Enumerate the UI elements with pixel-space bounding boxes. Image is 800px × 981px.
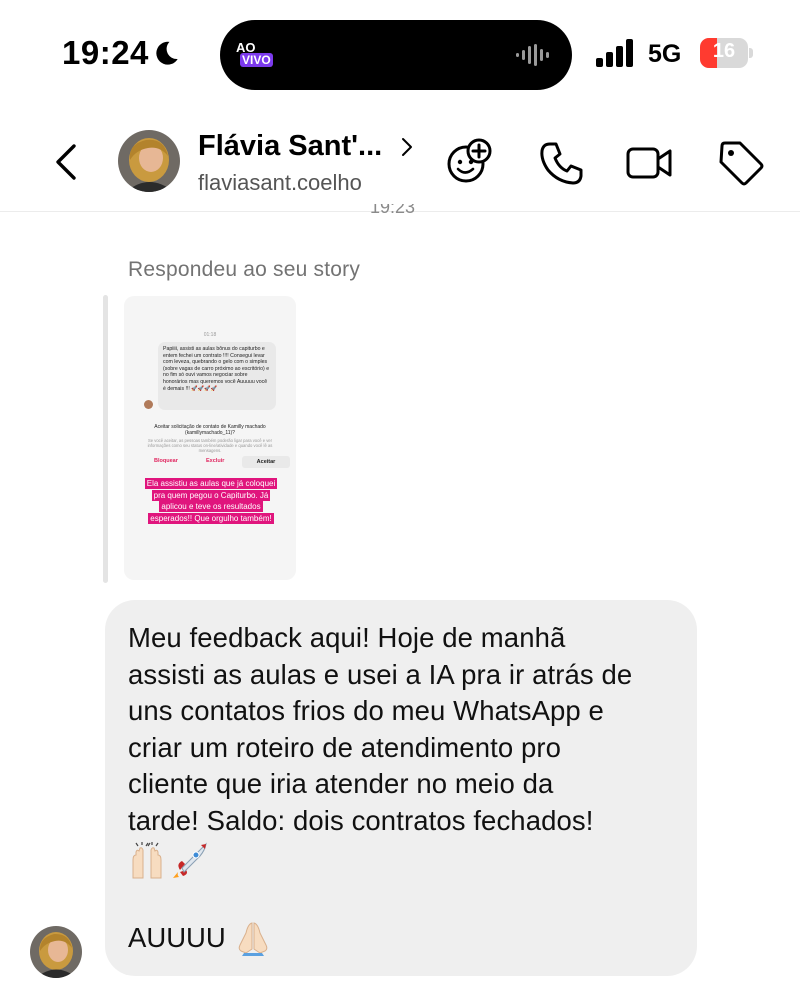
- tag-icon[interactable]: [716, 138, 766, 188]
- battery-icon: 16: [700, 38, 753, 68]
- thumb-request-note: Se você aceitar, as pessoas também poder…: [147, 438, 273, 453]
- live-badge-bottom: VIVO: [240, 53, 273, 67]
- message-closing: AUUUU: [128, 919, 675, 957]
- contact-avatar[interactable]: [118, 130, 180, 192]
- raising-hands-emoji: [132, 841, 162, 879]
- phone-icon[interactable]: [536, 138, 586, 188]
- story-thumbnail[interactable]: 01:18 Papiiii, assisti as aulas bônus do…: [124, 296, 296, 580]
- thumb-avatar: [144, 400, 153, 409]
- cellular-signal-icon: [596, 39, 633, 67]
- thumb-caption: Ela assistiu as aulas que já coloquei pr…: [140, 478, 282, 524]
- story-reply-label: Respondeu ao seu story: [128, 258, 361, 281]
- audio-wave-icon: [516, 44, 549, 66]
- battery-level: 16: [712, 40, 736, 62]
- message-emoji-row: [128, 841, 675, 882]
- thumb-request-title: Aceitar solicitação de contato de Kamill…: [154, 424, 266, 436]
- back-icon[interactable]: [48, 140, 84, 184]
- message-timestamp: 19:23: [370, 204, 416, 217]
- chevron-right-icon[interactable]: [398, 136, 416, 158]
- message-text: Meu feedback aqui! Hoje de manhã assisti…: [128, 622, 633, 836]
- live-badge: AO VIVO: [236, 40, 280, 70]
- thumb-accept-button: Aceitar: [242, 456, 290, 468]
- sender-avatar[interactable]: [30, 926, 82, 978]
- video-icon[interactable]: [624, 138, 674, 188]
- contact-name[interactable]: Flávia Sant'...: [198, 130, 382, 163]
- contact-handle[interactable]: flaviasant.coelho: [198, 170, 362, 196]
- thumb-block-button: Bloquear: [154, 458, 178, 464]
- chat-header: Flávia Sant'... flaviasant.coelho: [0, 100, 800, 212]
- moon-icon: [156, 41, 178, 65]
- status-bar: 19:24 AO VIVO 5G 16: [0, 0, 800, 100]
- quote-bar: [103, 295, 108, 583]
- clock: 19:24: [62, 34, 149, 71]
- message-bubble[interactable]: Meu feedback aqui! Hoje de manhã assisti…: [105, 600, 697, 976]
- add-effect-icon[interactable]: [444, 136, 494, 186]
- rocket-emoji: [173, 842, 207, 878]
- network-type: 5G: [648, 40, 682, 68]
- folded-hands-emoji: [238, 921, 268, 956]
- dynamic-island[interactable]: AO VIVO: [220, 20, 572, 90]
- thumb-caption-text: Ela assistiu as aulas que já coloquei pr…: [144, 478, 278, 524]
- thumb-delete-button: Excluir: [206, 458, 225, 464]
- thumb-message: Papiiii, assisti as aulas bônus do capit…: [158, 342, 276, 410]
- thumb-time: 01:18: [203, 332, 217, 338]
- message-closing-text: AUUUU: [128, 921, 226, 953]
